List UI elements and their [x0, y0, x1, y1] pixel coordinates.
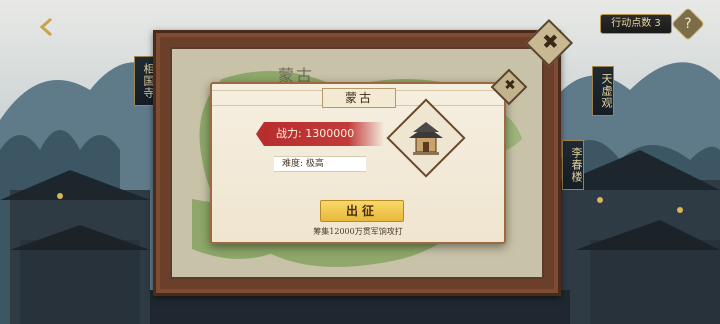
castle-icon — [409, 122, 443, 155]
raise-funds-note: 筹集12000万贯军饷攻打 — [313, 227, 403, 236]
march-button[interactable]: 出征 — [320, 200, 404, 222]
back-button[interactable] — [34, 14, 60, 40]
action-points-pill: 行动点数 3 — [600, 14, 672, 34]
close-icon: ✖ — [542, 29, 559, 54]
back-arrow-icon — [39, 17, 52, 37]
banner-right-bottom-label: 李春楼 — [570, 147, 583, 183]
dialog-title: 蒙古 — [322, 88, 396, 108]
banner-right-top-label: 天虚观 — [600, 73, 613, 109]
close-icon: ✖ — [504, 77, 516, 94]
action-points-label: 行动点数 3 — [611, 18, 661, 29]
difficulty-bar: 难度: 极高 — [274, 156, 366, 172]
combat-power-label: 战力: 1300000 — [276, 127, 355, 140]
banner-right-top[interactable]: 天虚观 — [592, 66, 614, 116]
region-dialog: 蒙古 战力: 1300000 难度: 极高 出征 筹集12000万贯军饷攻打 — [210, 82, 506, 244]
banner-right-bottom[interactable]: 李春楼 — [562, 140, 584, 190]
combat-power-bar: 战力: 1300000 — [256, 122, 384, 146]
difficulty-label: 难度: 极高 — [282, 159, 324, 169]
plus-icon: ? — [684, 16, 692, 32]
